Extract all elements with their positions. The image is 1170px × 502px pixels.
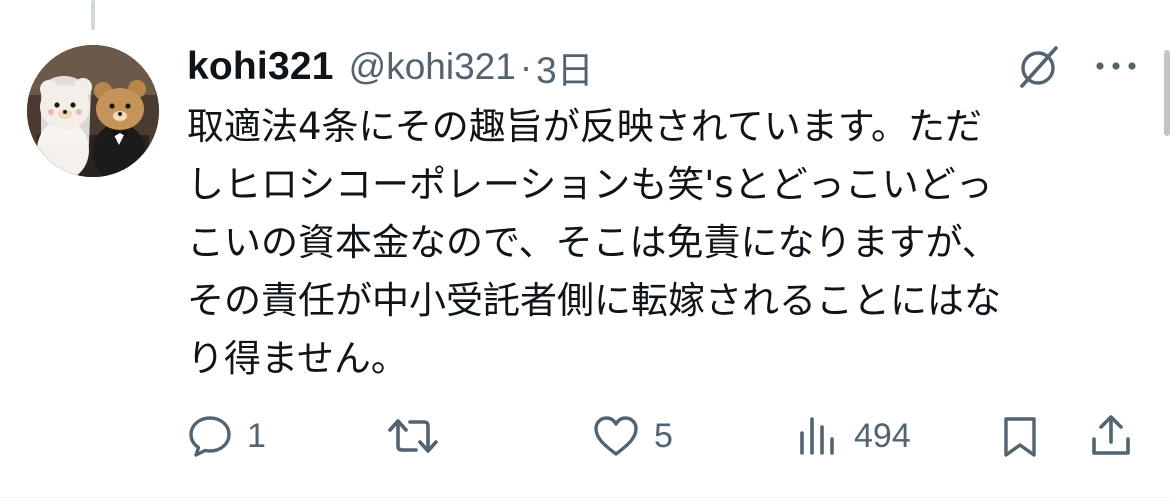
tweet-text-line: り得ません。: [187, 337, 408, 380]
grok-icon[interactable]: [1016, 44, 1062, 90]
divider: [0, 497, 1170, 498]
reply-button[interactable]: 1: [187, 408, 266, 464]
thread-connector-line: [91, 0, 95, 30]
reply-icon: [187, 413, 233, 459]
user-handle[interactable]: @kohi321: [349, 46, 516, 88]
tweet-header: kohi321 @kohi321 · 3日: [187, 38, 594, 96]
share-icon: [1088, 413, 1134, 459]
retweet-icon: [386, 413, 440, 459]
bookmark-button[interactable]: [998, 408, 1042, 464]
like-count: 5: [654, 416, 673, 455]
tweet-text-line: こいの資本金なので、そこは免責になりますが、: [187, 221, 999, 264]
like-button[interactable]: 5: [592, 408, 673, 464]
display-name[interactable]: kohi321: [187, 45, 334, 89]
view-count: 494: [854, 416, 911, 455]
share-button[interactable]: [1088, 408, 1134, 464]
avatar-image: [27, 45, 159, 177]
retweet-button[interactable]: [386, 408, 454, 464]
avatar[interactable]: [27, 45, 159, 177]
separator-dot: ·: [519, 46, 533, 87]
tweet-text: 取適法4条にその趣旨が反映されています。ただ しヒロシコーポレーションも笑'sとど…: [187, 98, 1132, 388]
action-bar: 1 5 494: [0, 408, 1170, 464]
reply-count: 1: [247, 416, 266, 455]
views-button[interactable]: 494: [796, 408, 911, 464]
tweet-container[interactable]: kohi321 @kohi321 · 3日 取適法4条にその趣旨が反映されていま…: [0, 0, 1170, 502]
views-bar-chart-icon: [796, 413, 840, 459]
more-dots-icon[interactable]: [1092, 54, 1140, 78]
bookmark-icon: [998, 413, 1042, 459]
tweet-text-line: 取適法4条にその趣旨が反映されています。ただ: [187, 105, 982, 148]
heart-icon: [592, 413, 640, 459]
tweet-text-line: しヒロシコーポレーションも笑'sとどっこいどっ: [187, 163, 993, 206]
timestamp[interactable]: 3日: [536, 40, 594, 94]
scrollbar[interactable]: [1164, 50, 1170, 136]
tweet-text-line: その責任が中小受託者側に転嫁されることにはな: [187, 279, 1001, 322]
